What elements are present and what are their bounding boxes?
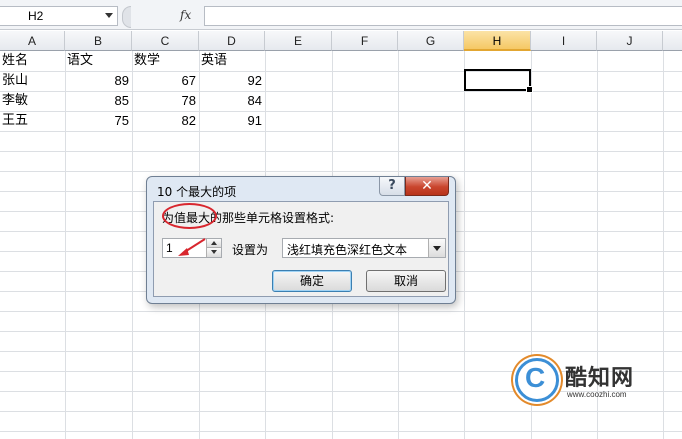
cell-c1[interactable]: 数学 bbox=[132, 51, 199, 71]
spin-down-icon[interactable] bbox=[206, 248, 221, 257]
name-box-value: H2 bbox=[28, 9, 44, 23]
gridline bbox=[0, 171, 682, 172]
cell-d3[interactable]: 84 bbox=[199, 91, 265, 111]
logo-letter: C bbox=[525, 362, 546, 393]
cancel-button[interactable]: 取消 bbox=[366, 270, 446, 292]
cell-c2[interactable]: 67 bbox=[132, 71, 199, 91]
watermark-name: 酷知网 bbox=[565, 366, 635, 391]
cell-b3[interactable]: 85 bbox=[65, 91, 132, 111]
column-header-j[interactable]: J bbox=[597, 31, 663, 51]
formula-bar: H2 fx bbox=[0, 0, 682, 30]
close-button[interactable]: ✕ bbox=[405, 177, 449, 196]
format-select-value: 浅红填充色深红色文本 bbox=[287, 243, 408, 257]
column-header-i[interactable]: I bbox=[531, 31, 597, 51]
column-header-d[interactable]: D bbox=[199, 31, 265, 51]
cell-a2[interactable]: 张山 bbox=[0, 71, 65, 91]
gridline bbox=[0, 331, 682, 332]
gridline bbox=[0, 411, 682, 412]
gridline bbox=[0, 431, 682, 432]
gridline bbox=[663, 51, 664, 439]
chevron-down-icon[interactable] bbox=[428, 239, 445, 257]
column-header-h[interactable]: H bbox=[464, 31, 531, 51]
active-cell-h2[interactable] bbox=[464, 69, 533, 93]
dialog-caption-buttons: ? ✕ bbox=[379, 177, 449, 197]
cell-c3[interactable]: 78 bbox=[132, 91, 199, 111]
red-arrow-icon bbox=[178, 238, 206, 256]
cell-b2[interactable]: 89 bbox=[65, 71, 132, 91]
formula-bar-splitter[interactable] bbox=[120, 6, 131, 28]
column-header-b[interactable]: B bbox=[65, 31, 132, 51]
cell-b4[interactable]: 75 bbox=[65, 111, 132, 131]
column-header-g[interactable]: G bbox=[398, 31, 464, 51]
watermark: C 酷知网 www.coozhi.com bbox=[513, 356, 663, 408]
insert-function-button[interactable]: fx bbox=[180, 8, 202, 26]
format-select[interactable]: 浅红填充色深红色文本 bbox=[282, 238, 446, 258]
name-box[interactable]: H2 bbox=[0, 6, 118, 26]
dialog-body: 为值最大的那些单元格设置格式: 1 设置为 浅红填充色深红色文本 确定 取消 bbox=[153, 201, 449, 297]
count-value: 1 bbox=[166, 241, 173, 255]
cell-c4[interactable]: 82 bbox=[132, 111, 199, 131]
set-as-label: 设置为 bbox=[232, 243, 269, 257]
red-highlight-ellipse bbox=[162, 203, 217, 229]
column-header-c[interactable]: C bbox=[132, 31, 199, 51]
cell-d1[interactable]: 英语 bbox=[199, 51, 265, 71]
watermark-url: www.coozhi.com bbox=[567, 390, 627, 399]
cell-d4[interactable]: 91 bbox=[199, 111, 265, 131]
gridline bbox=[0, 151, 682, 152]
chevron-down-icon[interactable] bbox=[105, 13, 113, 18]
cell-a1[interactable]: 姓名 bbox=[0, 51, 65, 71]
coozhi-logo-icon: C bbox=[515, 358, 559, 402]
column-header-f[interactable]: F bbox=[332, 31, 398, 51]
gridline bbox=[0, 131, 682, 132]
gridline bbox=[464, 51, 465, 439]
cell-b1[interactable]: 语文 bbox=[65, 51, 132, 71]
spin-up-icon[interactable] bbox=[206, 239, 221, 248]
cell-a3[interactable]: 李敏 bbox=[0, 91, 65, 111]
gridline bbox=[0, 311, 682, 312]
gridline bbox=[0, 351, 682, 352]
top-items-dialog: 10 个最大的项 ? ✕ 为值最大的那些单元格设置格式: 1 设置为 浅红填充色… bbox=[146, 176, 456, 304]
cell-a4[interactable]: 王五 bbox=[0, 111, 65, 131]
column-header-e[interactable]: E bbox=[265, 31, 332, 51]
cell-d2[interactable]: 92 bbox=[199, 71, 265, 91]
column-header-k[interactable] bbox=[663, 31, 682, 51]
dialog-title: 10 个最大的项 bbox=[157, 185, 237, 199]
formula-input[interactable] bbox=[204, 6, 682, 26]
help-button[interactable]: ? bbox=[379, 177, 405, 196]
ok-button[interactable]: 确定 bbox=[272, 270, 352, 292]
column-header-a[interactable]: A bbox=[0, 31, 65, 51]
